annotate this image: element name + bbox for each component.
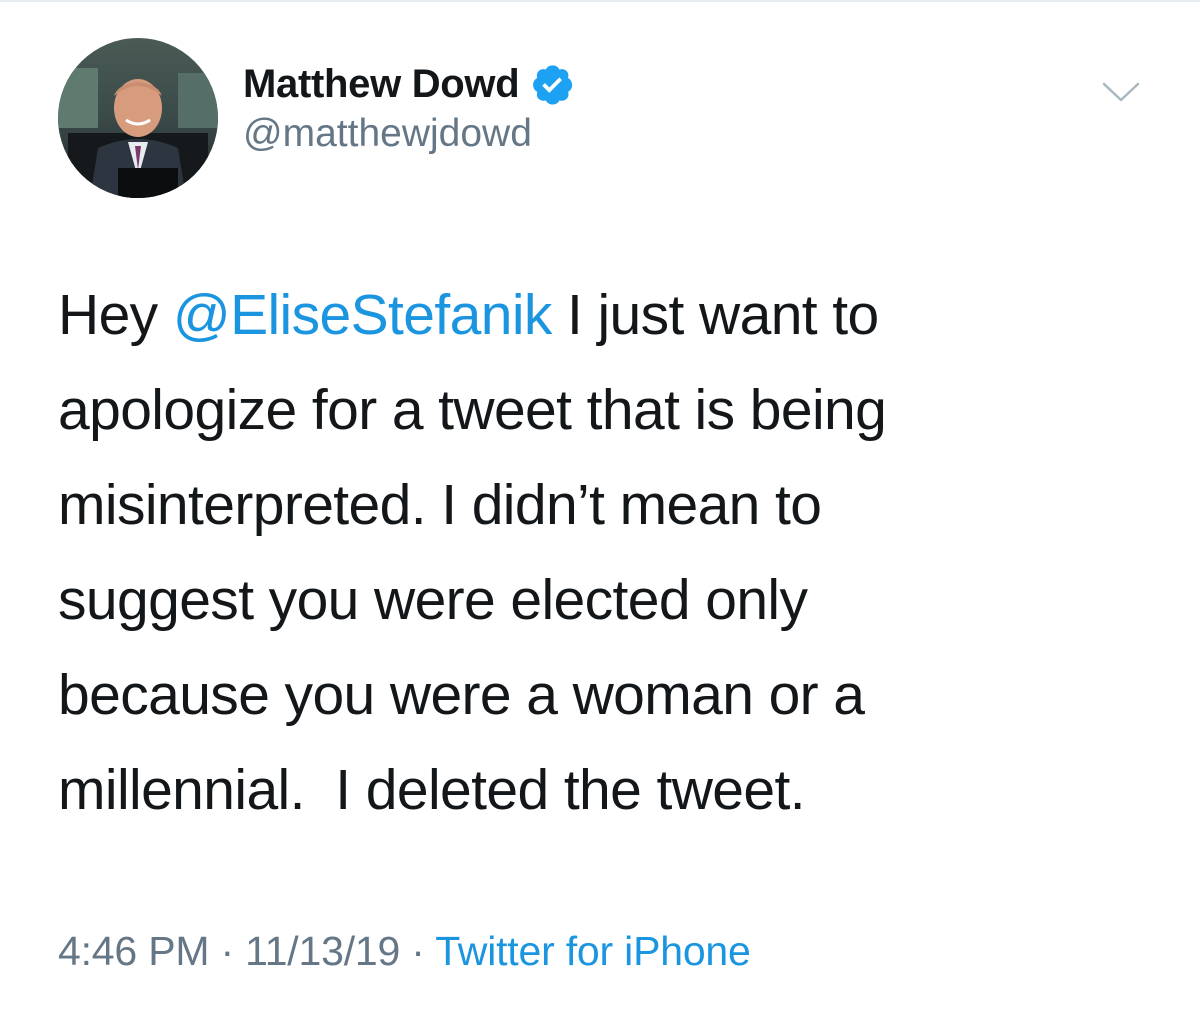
mention-link[interactable]: @EliseStefanik: [173, 283, 553, 347]
tweet-text: Hey @EliseStefanik I just want to apolog…: [58, 268, 1158, 838]
tweet-metadata: 4:46 PM · 11/13/19 · Twitter for iPhone: [58, 928, 751, 975]
tweet-text-line: millennial. I deleted the tweet.: [58, 758, 806, 822]
tweet-source-link[interactable]: Twitter for iPhone: [435, 928, 751, 974]
top-divider: [0, 0, 1200, 2]
tweet-text-segment: I just want to: [551, 283, 879, 347]
author-block: Matthew Dowd @matthewjdowd: [243, 58, 575, 156]
avatar-photo: [58, 38, 218, 198]
tweet-text-segment: Hey: [58, 283, 173, 347]
avatar[interactable]: [58, 38, 218, 198]
author-name-row[interactable]: Matthew Dowd: [243, 58, 575, 110]
tweet-text-line: suggest you were elected only: [58, 568, 808, 632]
tweet-text-line: because you were a woman or a: [58, 663, 865, 727]
tweet-text-line: misinterpreted. I didn’t mean to: [58, 473, 822, 537]
verified-badge-icon: [529, 61, 575, 107]
tweet-text-line: apologize for a tweet that is being: [58, 378, 887, 442]
meta-separator: ·: [400, 928, 436, 974]
chevron-down-icon[interactable]: [1098, 72, 1144, 112]
tweet-time[interactable]: 4:46 PM: [58, 928, 209, 974]
author-handle[interactable]: @matthewjdowd: [243, 112, 575, 156]
display-name[interactable]: Matthew Dowd: [243, 62, 520, 107]
meta-separator: ·: [209, 928, 246, 974]
tweet-date[interactable]: 11/13/19: [245, 928, 400, 974]
